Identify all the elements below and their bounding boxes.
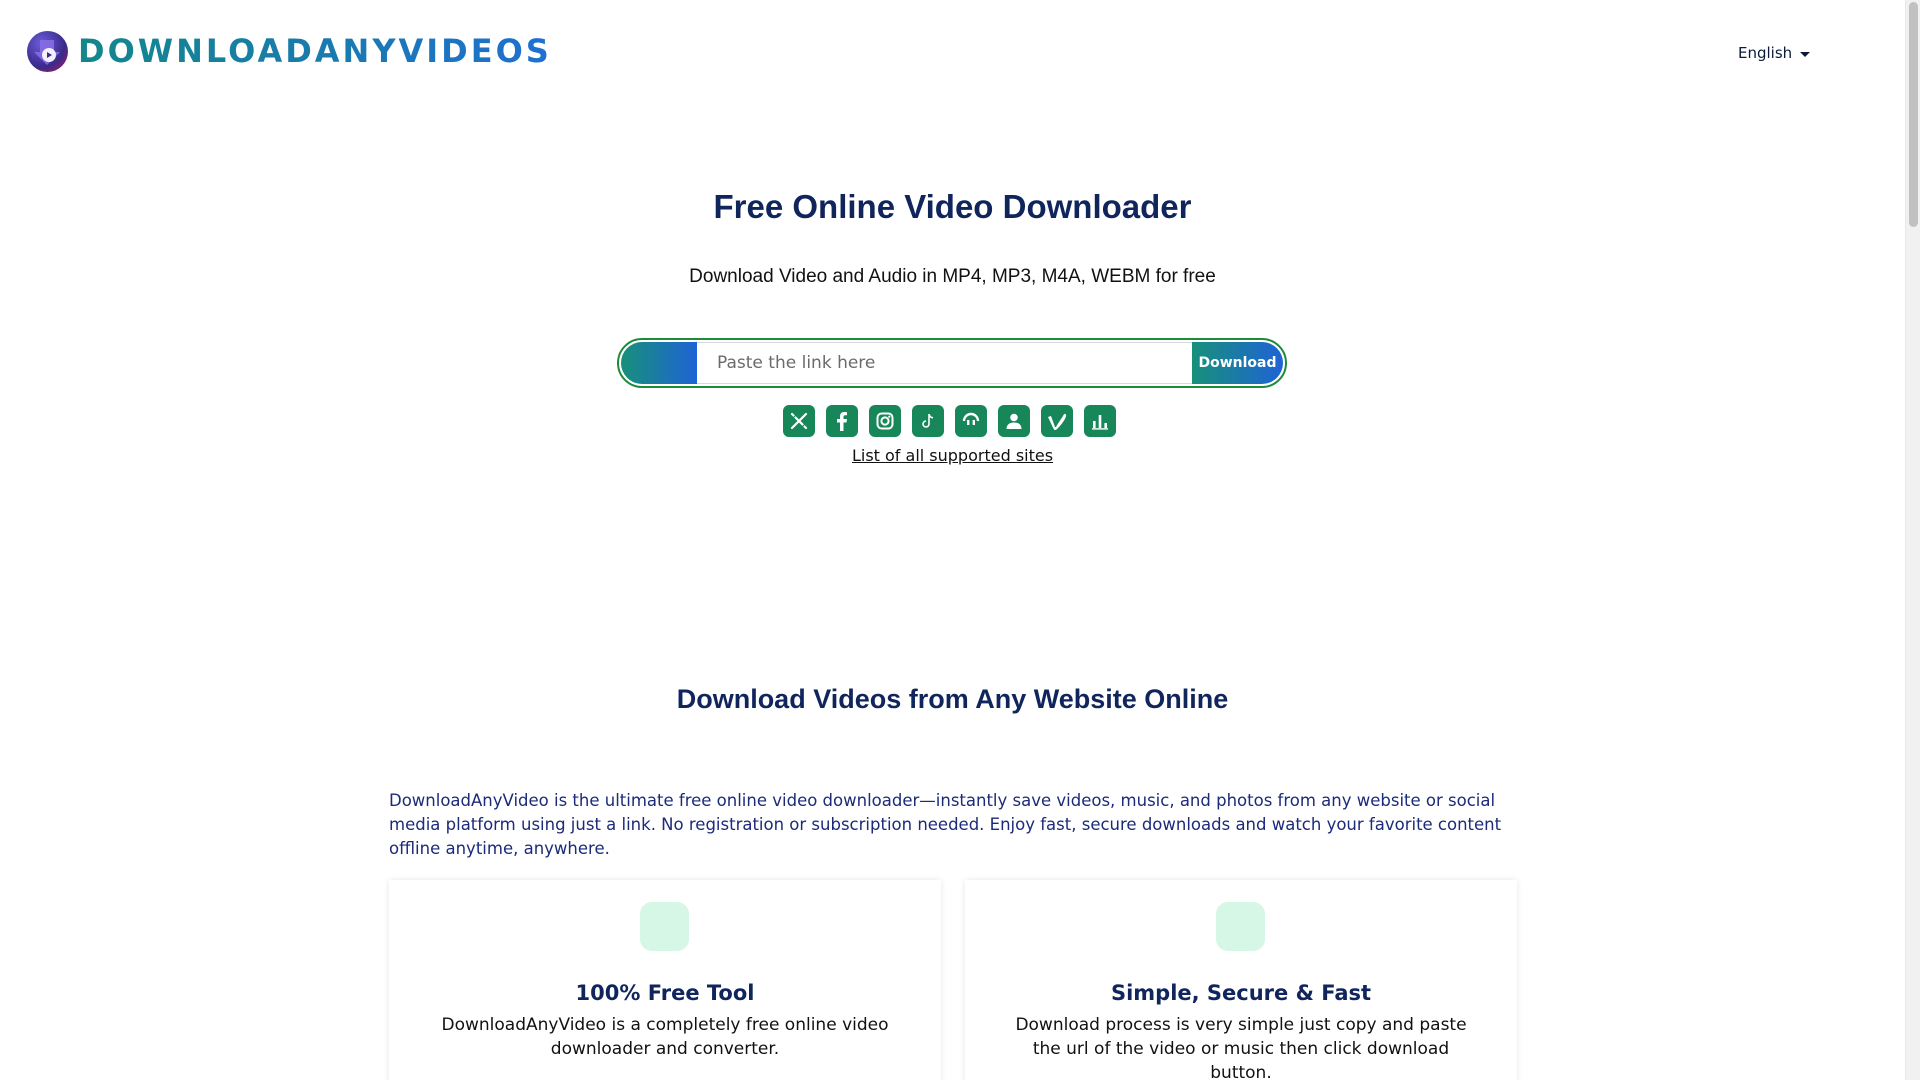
supported-sites-row: List of all supported sites <box>0 446 1905 465</box>
feature-text: DownloadAnyVideo is a completely free on… <box>441 1015 889 1059</box>
secure-feature-icon <box>1216 902 1265 951</box>
url-input[interactable] <box>697 342 1192 384</box>
feature-text: Download process is very simple just cop… <box>1015 1015 1467 1080</box>
supported-sites-link[interactable]: List of all supported sites <box>852 446 1053 465</box>
site-header: DOWNLOADANYVIDEOS English <box>0 0 1905 100</box>
section-title: Download Videos from Any Website Online <box>676 684 1229 714</box>
supported-site-icons <box>783 405 1116 437</box>
caret-down-icon <box>1800 51 1811 57</box>
chart-icon[interactable] <box>1084 405 1116 437</box>
logo-text: DOWNLOADANYVIDEOS <box>78 32 552 70</box>
user-icon[interactable] <box>998 405 1030 437</box>
facebook-icon[interactable] <box>826 405 858 437</box>
feature-card-secure: Simple, Secure & Fast Download process i… <box>965 880 1517 1080</box>
search-left-accent <box>621 342 697 384</box>
page: DOWNLOADANYVIDEOS English Free Online Vi… <box>0 0 1905 1080</box>
url-search-form: Download <box>617 338 1287 388</box>
hero-title: Free Online Video Downloader <box>713 188 1192 225</box>
free-feature-icon <box>640 902 689 951</box>
language-label: English <box>1738 44 1793 62</box>
feature-title: Simple, Secure & Fast <box>1110 981 1372 1005</box>
x-icon[interactable] <box>783 405 815 437</box>
logo-icon <box>27 31 68 72</box>
vimeo-icon[interactable] <box>1041 405 1073 437</box>
scrollbar-thumb[interactable] <box>1909 2 1918 227</box>
section-description: DownloadAnyVideo is the ultimate free on… <box>389 791 1502 858</box>
hero-subtitle: Download Video and Audio in MP4, MP3, M4… <box>689 266 1216 287</box>
instagram-icon[interactable] <box>869 405 901 437</box>
site-logo-link[interactable]: DOWNLOADANYVIDEOS <box>27 31 552 72</box>
feature-card-free: 100% Free Tool DownloadAnyVideo is a com… <box>389 880 941 1080</box>
tiktok-icon[interactable] <box>912 405 944 437</box>
language-dropdown[interactable]: English <box>1738 44 1811 62</box>
download-button[interactable]: Download <box>1192 342 1283 384</box>
soundcloud-icon[interactable] <box>955 405 987 437</box>
feature-title: 100% Free Tool <box>575 981 755 1005</box>
vertical-scrollbar[interactable] <box>1905 0 1920 1080</box>
